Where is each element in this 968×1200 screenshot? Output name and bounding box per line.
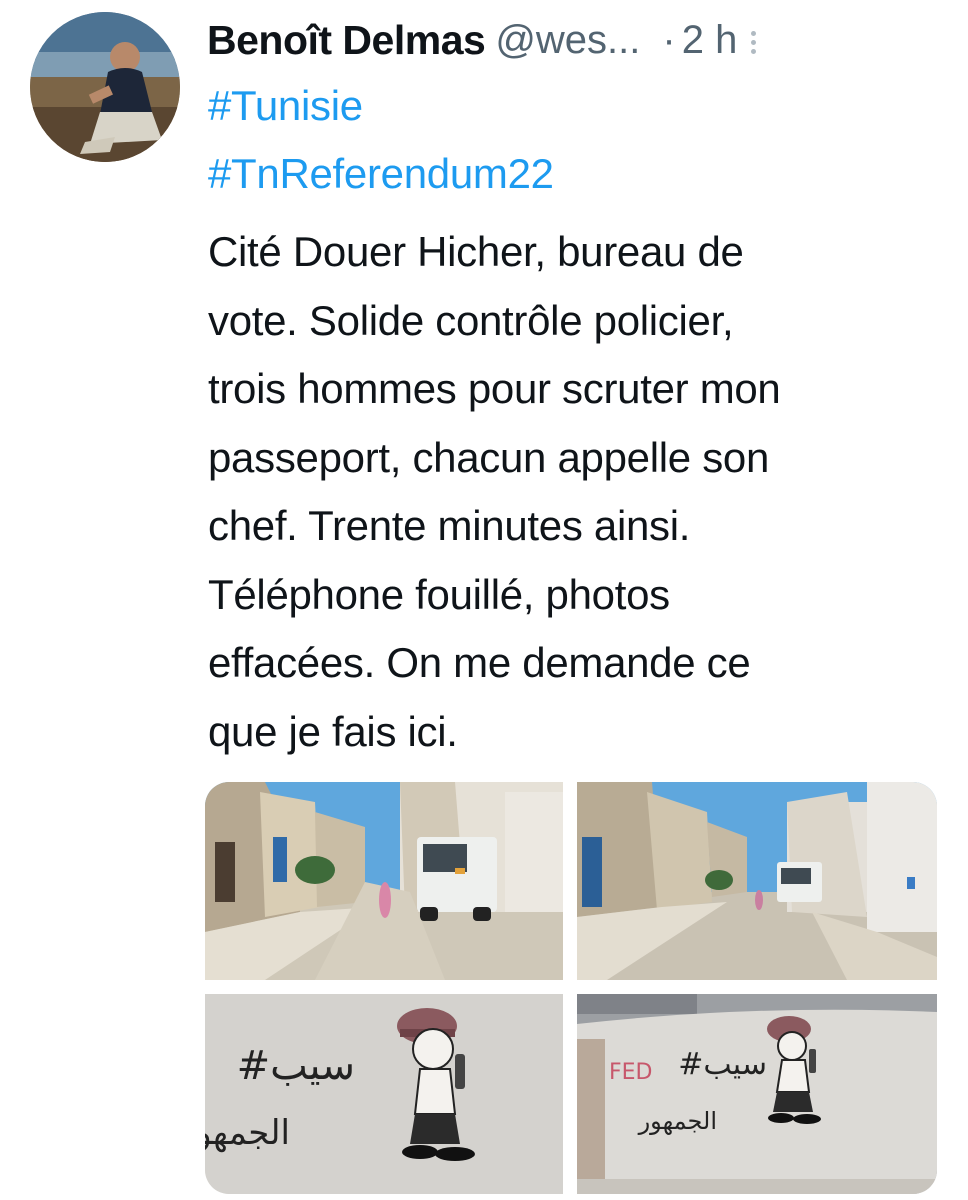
tweet[interactable]: Benoît Delmas @wes... · 2 h #Tunisie #Tn… (0, 0, 968, 1200)
graffiti-text: #سيب (678, 1047, 767, 1082)
graffiti-text: الجمهور (205, 1113, 290, 1153)
author-name[interactable]: Benoît Delmas (207, 17, 486, 64)
graffiti-photo-image: FED #سيب الجمهور (577, 994, 937, 1194)
graffiti-photo-image: #سيب الجمهور (205, 994, 563, 1194)
hashtag-link[interactable]: #TnReferendum22 (208, 150, 554, 198)
avatar-image (30, 12, 180, 162)
tweet-text-line: Cité Douer Hicher, bureau de (208, 228, 744, 275)
separator-dot: · (662, 17, 676, 62)
tweet-text-line: Téléphone fouillé, photos (208, 570, 670, 618)
tweet-text: Cité Douer Hicher, bureau de vote. Solid… (208, 218, 943, 766)
vertical-ellipsis-icon[interactable] (751, 27, 757, 54)
graffiti-text: الجمهور (638, 1107, 717, 1135)
graffiti-text: #سيب (237, 1043, 355, 1089)
avatar[interactable] (30, 12, 180, 162)
street-photo-1[interactable] (205, 782, 563, 980)
tweet-text-line: chef. Trente minutes ainsi. (208, 502, 691, 549)
tweet-text-line: que je fais ici. (208, 707, 458, 755)
tweet-text-line: passeport, chacun appelle son (208, 433, 770, 481)
author-handle[interactable]: @wes... (495, 18, 640, 63)
tweet-header: Benoît Delmas @wes... · 2 h (207, 10, 942, 70)
graffiti-photo-1[interactable]: #سيب الجمهور (205, 994, 563, 1194)
graffiti-photo-2[interactable]: FED #سيب الجمهور (577, 994, 937, 1194)
tweet-text-line: effacées. On me demande ce (208, 639, 751, 686)
graffiti-tag: FED (609, 1060, 653, 1085)
media-grid: #سيب الجمهور FED #سيب الجمهور (205, 782, 937, 1194)
street-photo-image (205, 782, 563, 980)
tweet-text-line: vote. Solide contrôle policier, (208, 296, 734, 344)
street-photo-2[interactable] (577, 782, 937, 980)
street-photo-image (577, 782, 937, 980)
timestamp[interactable]: 2 h (682, 18, 738, 63)
tweet-text-line: trois hommes pour scruter mon (208, 365, 781, 412)
hashtag-link[interactable]: #Tunisie (208, 82, 363, 130)
